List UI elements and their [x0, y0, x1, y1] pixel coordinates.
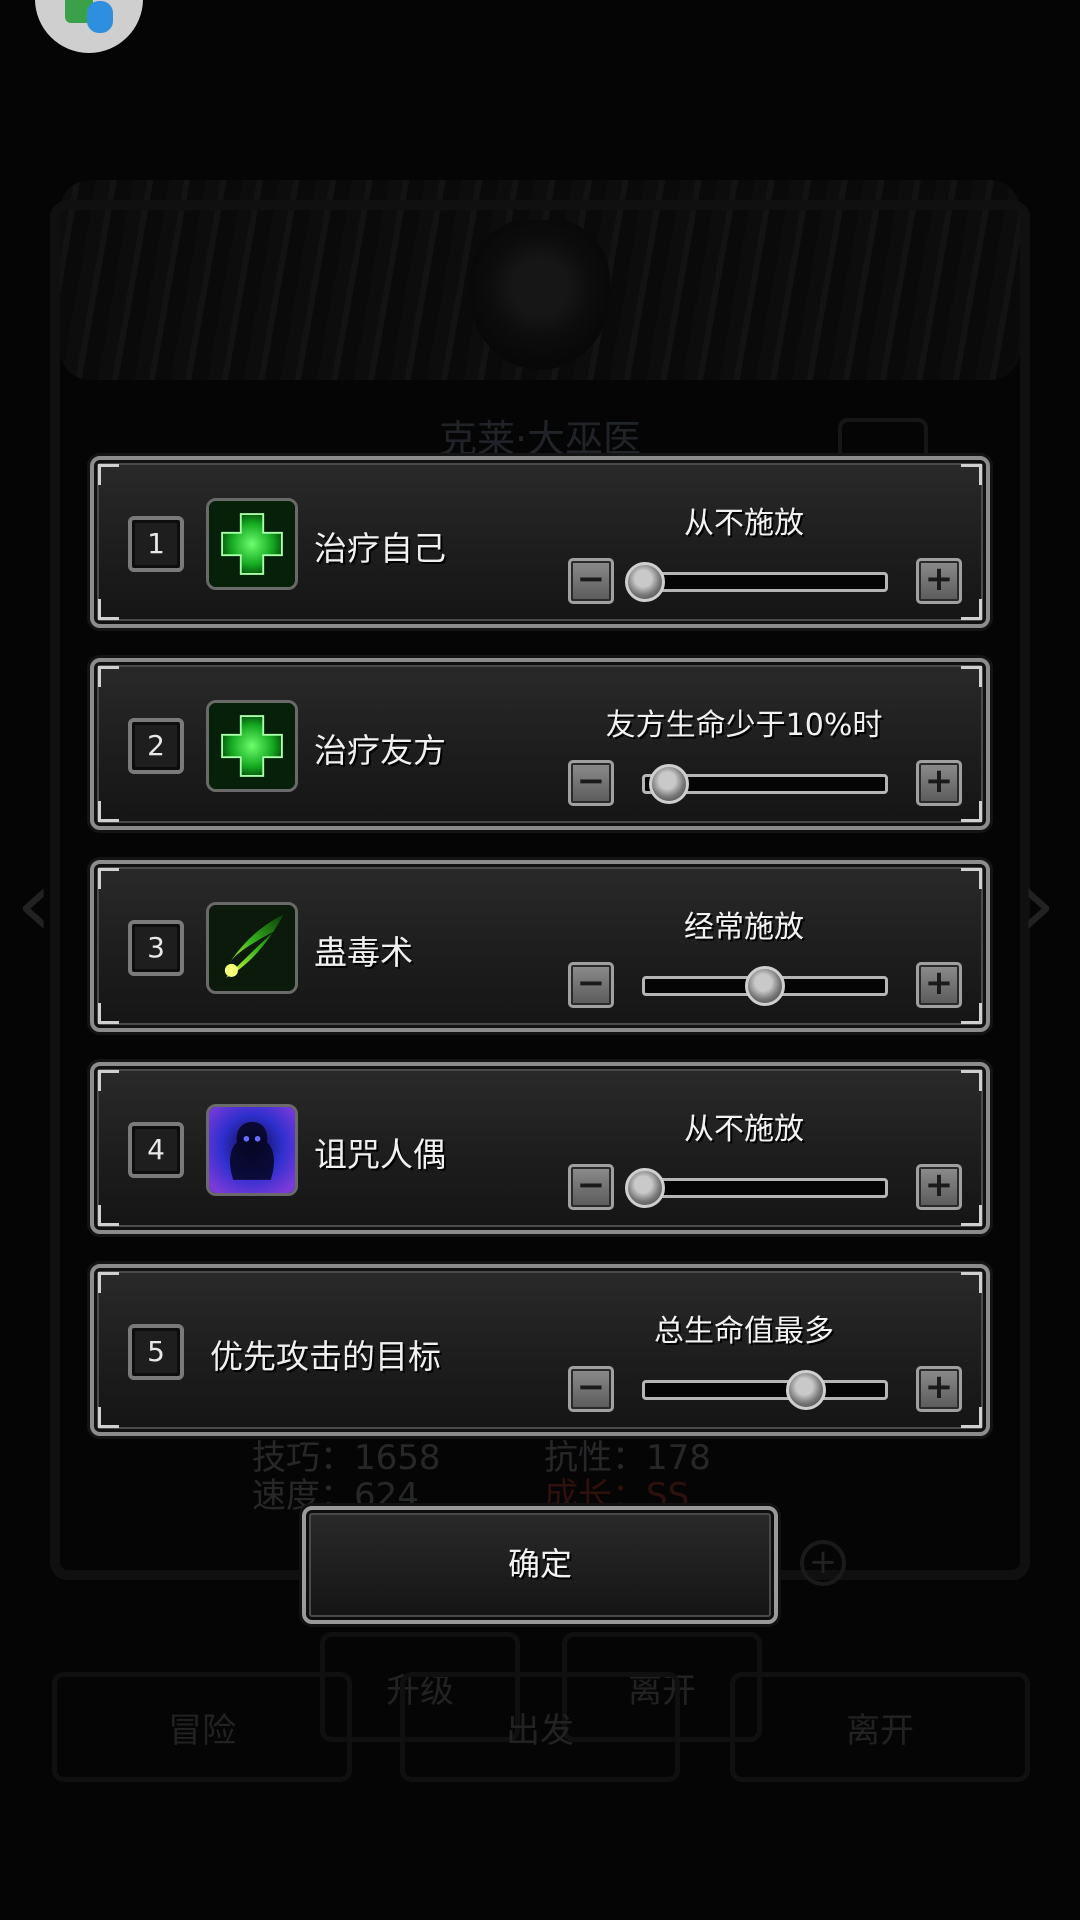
frame-corner [961, 464, 982, 485]
target-priority-label: 优先攻击的目标 [210, 1337, 441, 1376]
frame-corner [98, 1272, 119, 1293]
frame-corner [98, 599, 119, 620]
frame-corner [98, 1205, 119, 1226]
slider-knob[interactable] [649, 764, 689, 804]
heal-cross-icon [206, 498, 298, 590]
decrease-button[interactable]: − [568, 1164, 614, 1210]
frame-corner [98, 464, 119, 485]
frame-corner [98, 868, 119, 889]
skill-row-1: 1 治疗自己 从不施放 − + [90, 456, 990, 628]
frame-corner [98, 1070, 119, 1091]
target-priority-slider[interactable] [642, 1370, 888, 1410]
skill-row-3: 3 蛊毒术 经常施放 − + [90, 860, 990, 1032]
cast-frequency-slider[interactable] [625, 1168, 888, 1208]
skill-name: 诅咒人偶 [314, 1135, 446, 1174]
slider-knob[interactable] [745, 966, 785, 1006]
decrease-button[interactable]: − [568, 760, 614, 806]
cast-frequency-label: 友方生命少于10%时 [605, 708, 883, 743]
add-icon: + [800, 1540, 846, 1586]
frame-corner [98, 666, 119, 687]
confirm-button[interactable]: 确定 [302, 1506, 778, 1624]
decrease-button[interactable]: − [568, 1366, 614, 1412]
skill-name: 蛊毒术 [314, 933, 413, 972]
leave-main-button: 离开 [730, 1672, 1030, 1782]
slider-knob[interactable] [625, 1168, 665, 1208]
increase-button[interactable]: + [916, 1366, 962, 1412]
slider-knob[interactable] [785, 1370, 826, 1410]
skill-index: 3 [128, 920, 184, 976]
frame-corner [98, 801, 119, 822]
cast-frequency-label: 从不施放 [684, 1112, 804, 1147]
frame-corner [961, 868, 982, 889]
increase-button[interactable]: + [916, 558, 962, 604]
increase-button[interactable]: + [916, 1164, 962, 1210]
frame-corner [961, 666, 982, 687]
cast-frequency-label: 从不施放 [684, 506, 804, 541]
next-arrow-icon: › [1020, 852, 1056, 957]
target-priority-row: 5 优先攻击的目标 总生命值最多 − + [90, 1264, 990, 1436]
decrease-button[interactable]: − [568, 962, 614, 1008]
avatar-block-blue [87, 1, 113, 33]
frame-corner [961, 1003, 982, 1024]
cast-frequency-label: 经常施放 [684, 910, 804, 945]
skill-index: 1 [128, 516, 184, 572]
depart-button: 出发 [400, 1672, 680, 1782]
cast-frequency-slider[interactable] [642, 966, 888, 1006]
adventure-button: 冒险 [52, 1672, 352, 1782]
heal-cross-icon [206, 700, 298, 792]
skill-name: 治疗自己 [314, 529, 446, 568]
curse-doll-icon [206, 1104, 298, 1196]
frame-corner [98, 1003, 119, 1024]
increase-button[interactable]: + [916, 760, 962, 806]
frame-corner [961, 1407, 982, 1428]
target-priority-value: 总生命值最多 [654, 1314, 834, 1349]
frame-corner [961, 801, 982, 822]
skill-row-2: 2 治疗友方 友方生命少于10%时 − + [90, 658, 990, 830]
skill-row-4: 4 诅咒人偶 从不施放 − + [90, 1062, 990, 1234]
frame-corner [961, 599, 982, 620]
increase-button[interactable]: + [916, 962, 962, 1008]
frame-corner [98, 1407, 119, 1428]
frame-corner [961, 1070, 982, 1091]
slider-knob[interactable] [625, 562, 665, 602]
frame-corner [961, 1205, 982, 1226]
cast-frequency-slider[interactable] [625, 562, 888, 602]
skill-index: 2 [128, 718, 184, 774]
cast-frequency-slider[interactable] [642, 764, 888, 804]
skill-index: 4 [128, 1122, 184, 1178]
poison-bolt-icon [206, 902, 298, 994]
prev-arrow-icon: ‹ [16, 852, 52, 957]
game-screen: 克莱·大巫医 ‹ › 技巧：1658 速度：624 抗性：178 成长：SS +… [0, 0, 1080, 1920]
skill-index: 5 [128, 1324, 184, 1380]
skill-name: 治疗友方 [314, 731, 446, 770]
frame-corner [961, 1272, 982, 1293]
decrease-button[interactable]: − [568, 558, 614, 604]
